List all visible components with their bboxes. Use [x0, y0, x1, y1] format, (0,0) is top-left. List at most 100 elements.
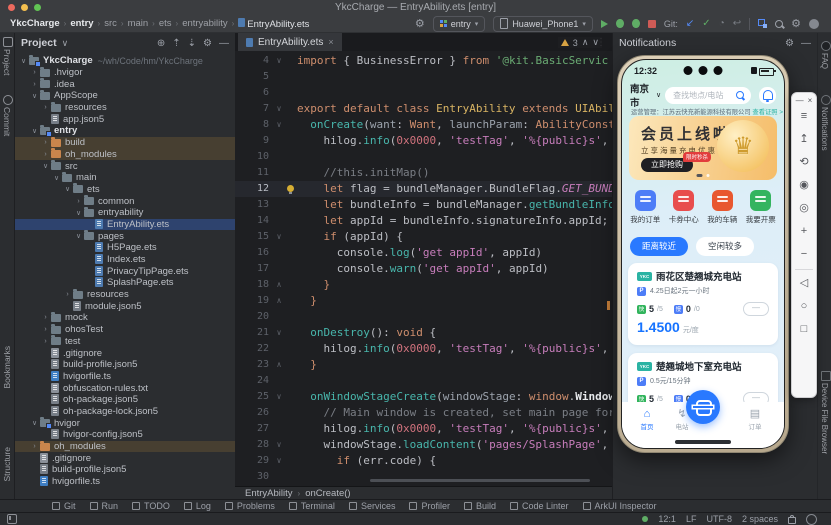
quick-action[interactable]: 我的订单 — [626, 190, 665, 225]
fold-icon[interactable] — [273, 85, 285, 101]
line-number[interactable]: 17 — [235, 261, 273, 277]
code-line[interactable]: 17 console.warn('get appId', appId) — [235, 261, 612, 277]
tool-windows-toggle-icon[interactable] — [7, 514, 17, 524]
tree-row[interactable]: ∨pages — [15, 230, 235, 242]
fold-icon[interactable]: ∨ — [273, 117, 285, 133]
stop-button[interactable] — [648, 20, 656, 28]
tree-row[interactable]: hvigorfile.ts — [15, 476, 235, 488]
recents-icon[interactable]: □ — [801, 318, 808, 341]
code-line[interactable]: 19∧ } — [235, 293, 612, 309]
line-number[interactable]: 6 — [235, 85, 273, 101]
tree-chevron-icon[interactable]: ∨ — [74, 209, 83, 217]
indent-setting[interactable]: 2 spaces — [742, 514, 778, 524]
code-line[interactable]: 16 console.log('get appId', appId) — [235, 245, 612, 261]
code-line[interactable]: 13 let bundleInfo = bundleManager.getBun… — [235, 197, 612, 213]
tree-row[interactable]: .gitignore — [15, 347, 235, 359]
fold-icon[interactable] — [273, 373, 285, 389]
code-line[interactable]: 15∨ if (appId) { — [235, 229, 612, 245]
breadcrumb-item[interactable]: YkcCharge — [10, 18, 60, 29]
line-number[interactable]: 14 — [235, 213, 273, 229]
line-number[interactable]: 9 — [235, 133, 273, 149]
caret-position[interactable]: 12:1 — [658, 514, 676, 524]
toolwindow-button-todo[interactable]: TODO — [132, 501, 170, 511]
tree-row[interactable]: SplashPage.ets — [15, 277, 235, 289]
filter-pill[interactable]: 空闲较多 — [696, 237, 754, 256]
toolwindow-button-build[interactable]: Build — [464, 501, 496, 511]
volume-down-icon[interactable]: − — [801, 243, 807, 266]
tree-chevron-icon[interactable]: › — [30, 69, 39, 76]
profile-button[interactable] — [632, 19, 640, 28]
hide-panel-icon[interactable]: — — [801, 38, 811, 49]
more-button[interactable]: — — [743, 302, 769, 316]
search-icon[interactable] — [775, 20, 783, 28]
fold-icon[interactable] — [273, 309, 285, 325]
line-number[interactable]: 7 — [235, 101, 273, 117]
promo-banner[interactable]: 会员上线啦 立享海量充电优惠 立即抢购 限时秒杀 ♛ — [629, 116, 777, 180]
tree-row[interactable]: .gitignore — [15, 452, 235, 464]
tree-row[interactable]: ∨YkcCharge~/wh/Code/hm/YkcCharge — [15, 55, 235, 67]
line-number[interactable]: 28 — [235, 437, 273, 453]
line-number[interactable]: 10 — [235, 149, 273, 165]
fold-icon[interactable]: ∧ — [273, 293, 285, 309]
tree-row[interactable]: H5Page.ets — [15, 242, 235, 254]
breadcrumb-item[interactable]: src — [104, 18, 117, 29]
tree-chevron-icon[interactable]: › — [41, 338, 50, 345]
fold-icon[interactable] — [273, 261, 285, 277]
code-area[interactable]: 4∨import { BusinessError } from '@kit.Ba… — [235, 51, 612, 486]
fold-icon[interactable]: ∨ — [273, 325, 285, 341]
rotate-icon[interactable]: ⟲ — [799, 151, 808, 174]
tree-row[interactable]: ›resources — [15, 102, 235, 114]
device-selector[interactable]: Huawei_Phone1 ▾ — [493, 16, 593, 32]
device-manager-icon[interactable] — [758, 19, 767, 28]
toolwindow-button-log[interactable]: Log — [184, 501, 211, 511]
volume-up-icon[interactable]: + — [801, 220, 807, 243]
tree-row[interactable]: module.json5 — [15, 300, 235, 312]
code-line[interactable]: 5 — [235, 69, 612, 85]
quick-action[interactable]: 我要开票 — [742, 190, 781, 225]
code-line[interactable]: 28∨ windowStage.loadContent('pages/Splas… — [235, 437, 612, 453]
toolwindow-button-code-linter[interactable]: Code Linter — [510, 501, 569, 511]
breadcrumb-class[interactable]: EntryAbility — [245, 488, 293, 499]
tree-row[interactable]: build-profile.json5 — [15, 464, 235, 476]
toolwindow-button-run[interactable]: Run — [90, 501, 119, 511]
code-line[interactable]: 23∧ } — [235, 357, 612, 373]
quick-action[interactable]: 卡券中心 — [665, 190, 704, 225]
tree-row[interactable]: ›common — [15, 195, 235, 207]
hide-panel-icon[interactable]: — — [219, 38, 229, 49]
notification-bell-button[interactable] — [759, 87, 776, 104]
fold-icon[interactable]: ∧ — [273, 277, 285, 293]
tree-row[interactable]: ∨src — [15, 160, 235, 172]
tree-row[interactable]: ›mock — [15, 312, 235, 324]
code-line[interactable]: 21∨ onDestroy(): void { — [235, 325, 612, 341]
tree-row[interactable]: ∨AppScope — [15, 90, 235, 102]
stripe-label-device-file-browser[interactable]: Device File Browser — [820, 383, 829, 454]
tree-row[interactable]: ›resources — [15, 289, 235, 301]
stripe-label-commit[interactable]: Commit — [2, 107, 12, 136]
line-number[interactable]: 30 — [235, 469, 273, 485]
fold-icon[interactable]: ∨ — [273, 53, 285, 69]
inspection-widget[interactable]: 3 ∧ ∨ — [558, 37, 602, 48]
line-number[interactable]: 29 — [235, 453, 273, 469]
quick-action[interactable]: 我的车辆 — [703, 190, 742, 225]
tab-item[interactable]: ♙我的 — [775, 409, 785, 431]
tree-chevron-icon[interactable]: › — [41, 104, 50, 111]
code-line[interactable]: 20 — [235, 309, 612, 325]
git-history-icon[interactable]: ◔ — [719, 18, 725, 29]
code-line[interactable]: 9 hilog.info(0x0000, 'testTag', '%{publi… — [235, 133, 612, 149]
record-icon[interactable]: ◎ — [799, 197, 809, 220]
breadcrumb-item[interactable]: main — [128, 18, 149, 29]
tree-row[interactable]: ∨hvigor — [15, 417, 235, 429]
back-icon[interactable]: ◁ — [795, 269, 813, 295]
fold-icon[interactable]: ∨ — [273, 229, 285, 245]
device-file-browser-icon[interactable] — [821, 371, 831, 381]
chevron-down-icon[interactable]: ∨ — [62, 38, 69, 49]
tree-row[interactable]: oh-package.json5 — [15, 394, 235, 406]
tree-chevron-icon[interactable]: › — [30, 443, 39, 450]
tree-row[interactable]: ∨entryability — [15, 207, 235, 219]
line-number[interactable]: 16 — [235, 245, 273, 261]
toolwindow-button-services[interactable]: Services — [349, 501, 396, 511]
tree-chevron-icon[interactable]: › — [41, 326, 50, 333]
code-line[interactable]: 7∨export default class EntryAbility exte… — [235, 101, 612, 117]
fold-icon[interactable]: ∨ — [273, 101, 285, 117]
tree-chevron-icon[interactable]: › — [41, 314, 50, 321]
